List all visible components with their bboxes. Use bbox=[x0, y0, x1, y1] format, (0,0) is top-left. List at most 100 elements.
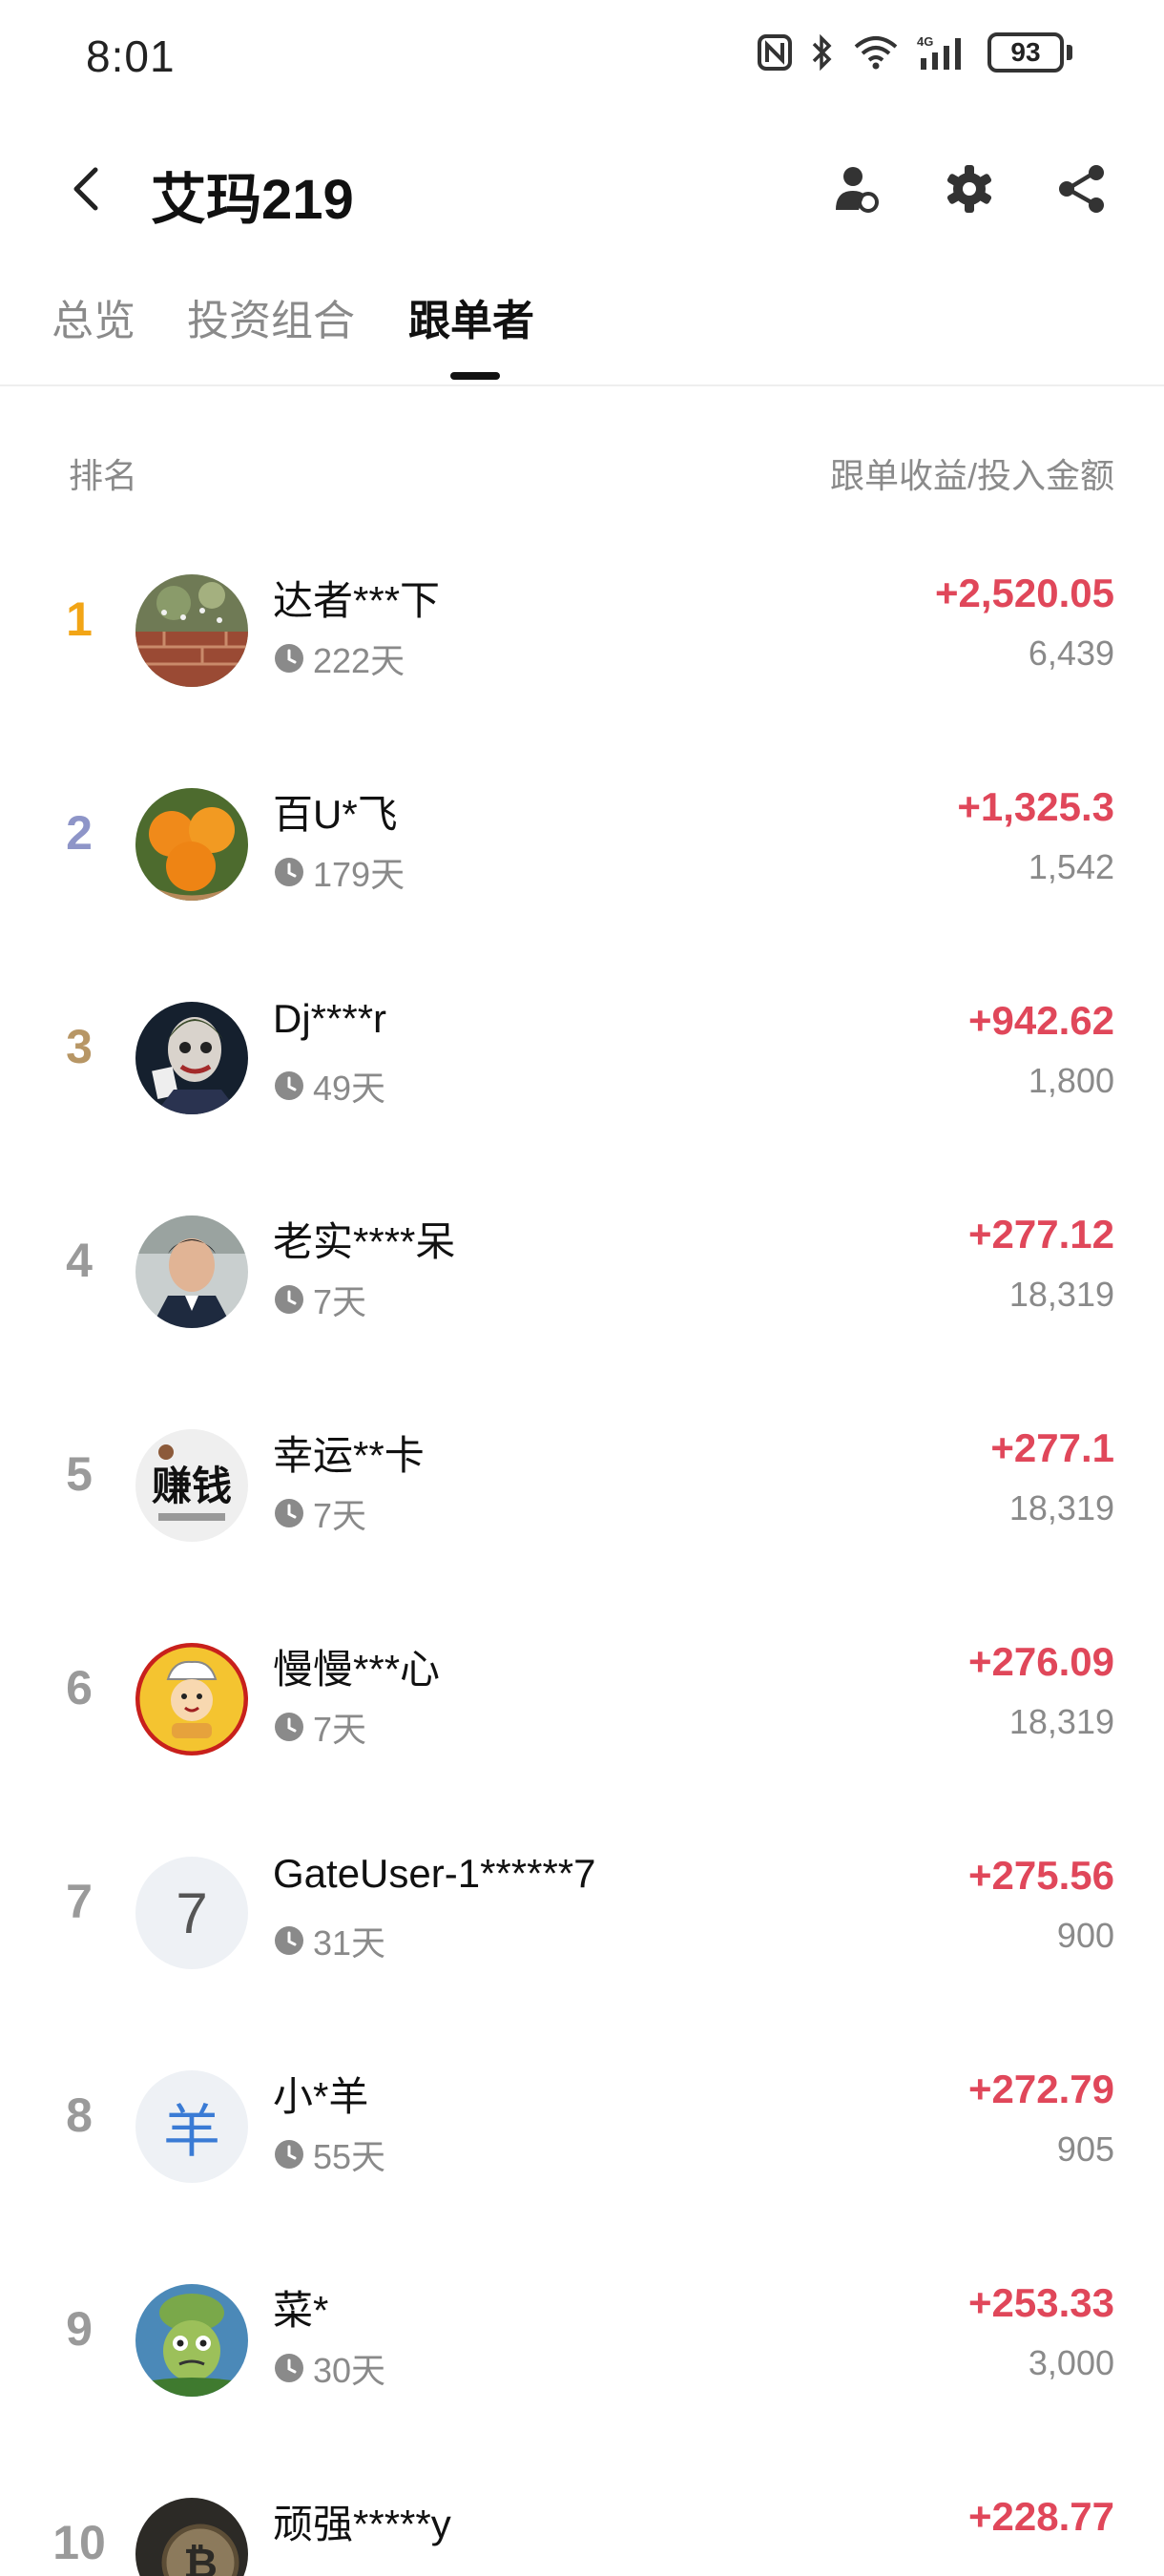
list-column-header: 排名 跟单收益/投入金额 bbox=[0, 448, 1164, 506]
invested-amount: 905 bbox=[1056, 2129, 1114, 2169]
user-manage-icon bbox=[830, 162, 883, 220]
follower-name: 老实****呆 bbox=[273, 1219, 456, 1264]
avatar-text: 赚钱 bbox=[152, 1463, 232, 1509]
follow-duration: 31天 bbox=[273, 1916, 385, 1965]
clock-icon bbox=[273, 1283, 305, 1316]
clock-icon bbox=[273, 1711, 305, 1743]
copy-profit: +272.79 bbox=[968, 2067, 1114, 2111]
avatar[interactable]: ₿ bbox=[135, 2498, 248, 2576]
follow-duration: 7天 bbox=[273, 1275, 366, 1324]
share-button[interactable] bbox=[1044, 153, 1120, 229]
follow-days-text: 55天 bbox=[313, 2137, 386, 2176]
nfc-icon bbox=[757, 33, 793, 72]
avatar[interactable] bbox=[135, 574, 248, 687]
follower-row[interactable]: 7 7 GateUser-1******7 31天 +275.56 900 bbox=[0, 1817, 1164, 2030]
svg-text:4G: 4G bbox=[917, 34, 933, 49]
follow-days-text: 7天 bbox=[313, 1710, 367, 1749]
follower-name: 幸运**卡 bbox=[273, 1433, 425, 1478]
share-icon bbox=[1056, 163, 1108, 219]
battery-indicator: 93 bbox=[987, 32, 1072, 73]
invested-amount: 1,542 bbox=[1028, 847, 1114, 886]
invested-amount: 6,439 bbox=[1028, 634, 1114, 673]
bluetooth-icon bbox=[810, 33, 835, 72]
avatar[interactable] bbox=[135, 1002, 248, 1114]
follow-days-text: 49天 bbox=[313, 1069, 386, 1108]
avatar[interactable]: 赚钱 bbox=[135, 1429, 248, 1542]
follower-row[interactable]: 5 赚钱 幸运**卡 7天 +277.1 18,319 bbox=[0, 1389, 1164, 1603]
battery-tip bbox=[1067, 45, 1072, 60]
clock-icon bbox=[273, 1070, 305, 1102]
avatar[interactable]: 羊 bbox=[135, 2070, 248, 2183]
follow-duration: 222天 bbox=[273, 634, 405, 683]
rank-number: 8 bbox=[66, 2088, 93, 2142]
invested-amount: 3,000 bbox=[1028, 2343, 1114, 2382]
follow-days-text: 7天 bbox=[313, 1496, 367, 1535]
copy-profit: +942.62 bbox=[968, 998, 1114, 1043]
follow-days-text: 179天 bbox=[313, 855, 405, 894]
copy-profit: +275.56 bbox=[968, 1853, 1114, 1898]
invested-amount: 18,319 bbox=[1008, 1702, 1114, 1741]
invested-amount: 18,319 bbox=[1008, 1488, 1114, 1527]
follow-duration: 30天 bbox=[273, 2343, 385, 2393]
follower-name: Dj****r bbox=[273, 996, 387, 1041]
rank-number: 6 bbox=[66, 1661, 93, 1714]
clock-icon bbox=[273, 856, 305, 888]
follow-days-text: 7天 bbox=[313, 1282, 367, 1321]
avatar[interactable] bbox=[135, 1643, 248, 1755]
settings-button[interactable] bbox=[931, 153, 1008, 229]
status-icons: 4G 93 bbox=[757, 32, 1072, 73]
rank-number: 7 bbox=[66, 1875, 93, 1928]
avatar[interactable]: 7 bbox=[135, 1857, 248, 1969]
follower-name: 顽强*****y bbox=[273, 2502, 451, 2546]
status-bar: 8:01 4G 93 bbox=[0, 0, 1164, 114]
clock-icon bbox=[273, 2352, 305, 2384]
back-button[interactable] bbox=[48, 153, 124, 229]
tab-followers[interactable]: 跟单者 bbox=[408, 286, 534, 347]
invested-amount: 18,319 bbox=[1008, 1275, 1114, 1314]
signal-4g-icon: 4G bbox=[917, 33, 970, 72]
follower-row[interactable]: 8 羊 小*羊 55天 +272.79 905 bbox=[0, 2030, 1164, 2244]
follower-row[interactable]: 2 百U*飞 179天 +1,325.3 1,542 bbox=[0, 748, 1164, 962]
gear-icon bbox=[944, 163, 995, 219]
follower-name: 菜* bbox=[273, 2288, 329, 2333]
user-manage-button[interactable] bbox=[819, 153, 895, 229]
rank-number: 1 bbox=[66, 592, 93, 646]
column-rank-label: 排名 bbox=[69, 456, 138, 495]
follower-row[interactable]: 9 菜* 30天 +253.33 3,000 bbox=[0, 2244, 1164, 2458]
tab-overview[interactable]: 总览 bbox=[52, 286, 135, 347]
copy-profit: +276.09 bbox=[968, 1639, 1114, 1684]
follower-row[interactable]: 1 达者***下 222天 +2,520.05 6,439 bbox=[0, 534, 1164, 748]
avatar[interactable] bbox=[135, 1215, 248, 1328]
rank-number: 9 bbox=[66, 2302, 93, 2356]
wifi-icon bbox=[852, 33, 900, 72]
follower-name: 慢慢***心 bbox=[273, 1647, 441, 1692]
follower-row[interactable]: 4 老实****呆 7天 +277.12 18,319 bbox=[0, 1175, 1164, 1389]
follower-row[interactable]: 6 慢慢***心 7天 +276.09 18,319 bbox=[0, 1603, 1164, 1817]
follow-days-text: 30天 bbox=[313, 2351, 386, 2390]
rank-number: 4 bbox=[66, 1234, 93, 1287]
rank-number: 10 bbox=[52, 2516, 106, 2569]
avatar[interactable] bbox=[135, 2284, 248, 2397]
page-title: 艾玛219 bbox=[151, 169, 354, 231]
invested-amount: 1,800 bbox=[1028, 1061, 1114, 1100]
copy-profit: +1,325.3 bbox=[957, 784, 1114, 829]
clock-icon bbox=[273, 642, 305, 675]
avatar-letter: 羊 bbox=[163, 2099, 220, 2164]
rank-number: 3 bbox=[66, 1020, 93, 1073]
follow-duration: 7天 bbox=[273, 1488, 366, 1538]
follow-duration: 49天 bbox=[273, 1061, 385, 1111]
tab-portfolio[interactable]: 投资组合 bbox=[187, 286, 355, 347]
svg-text:₿: ₿ bbox=[183, 2540, 218, 2576]
column-profit-label: 跟单收益/投入金额 bbox=[829, 456, 1114, 495]
tab-active-indicator bbox=[450, 372, 500, 380]
clock-icon bbox=[273, 2138, 305, 2171]
follow-days-text: 222天 bbox=[313, 641, 405, 680]
copy-profit: +228.77 bbox=[968, 2494, 1114, 2539]
follower-name: 小*羊 bbox=[273, 2074, 369, 2119]
back-icon bbox=[67, 166, 105, 217]
avatar[interactable] bbox=[135, 788, 248, 901]
follower-row[interactable]: 3 Dj****r 49天 +942.62 1,800 bbox=[0, 962, 1164, 1175]
clock-icon bbox=[273, 1924, 305, 1957]
follow-days-text: 31天 bbox=[313, 1923, 386, 1963]
follower-row[interactable]: 10 ₿ 顽强*****y +228.77 bbox=[0, 2458, 1164, 2576]
